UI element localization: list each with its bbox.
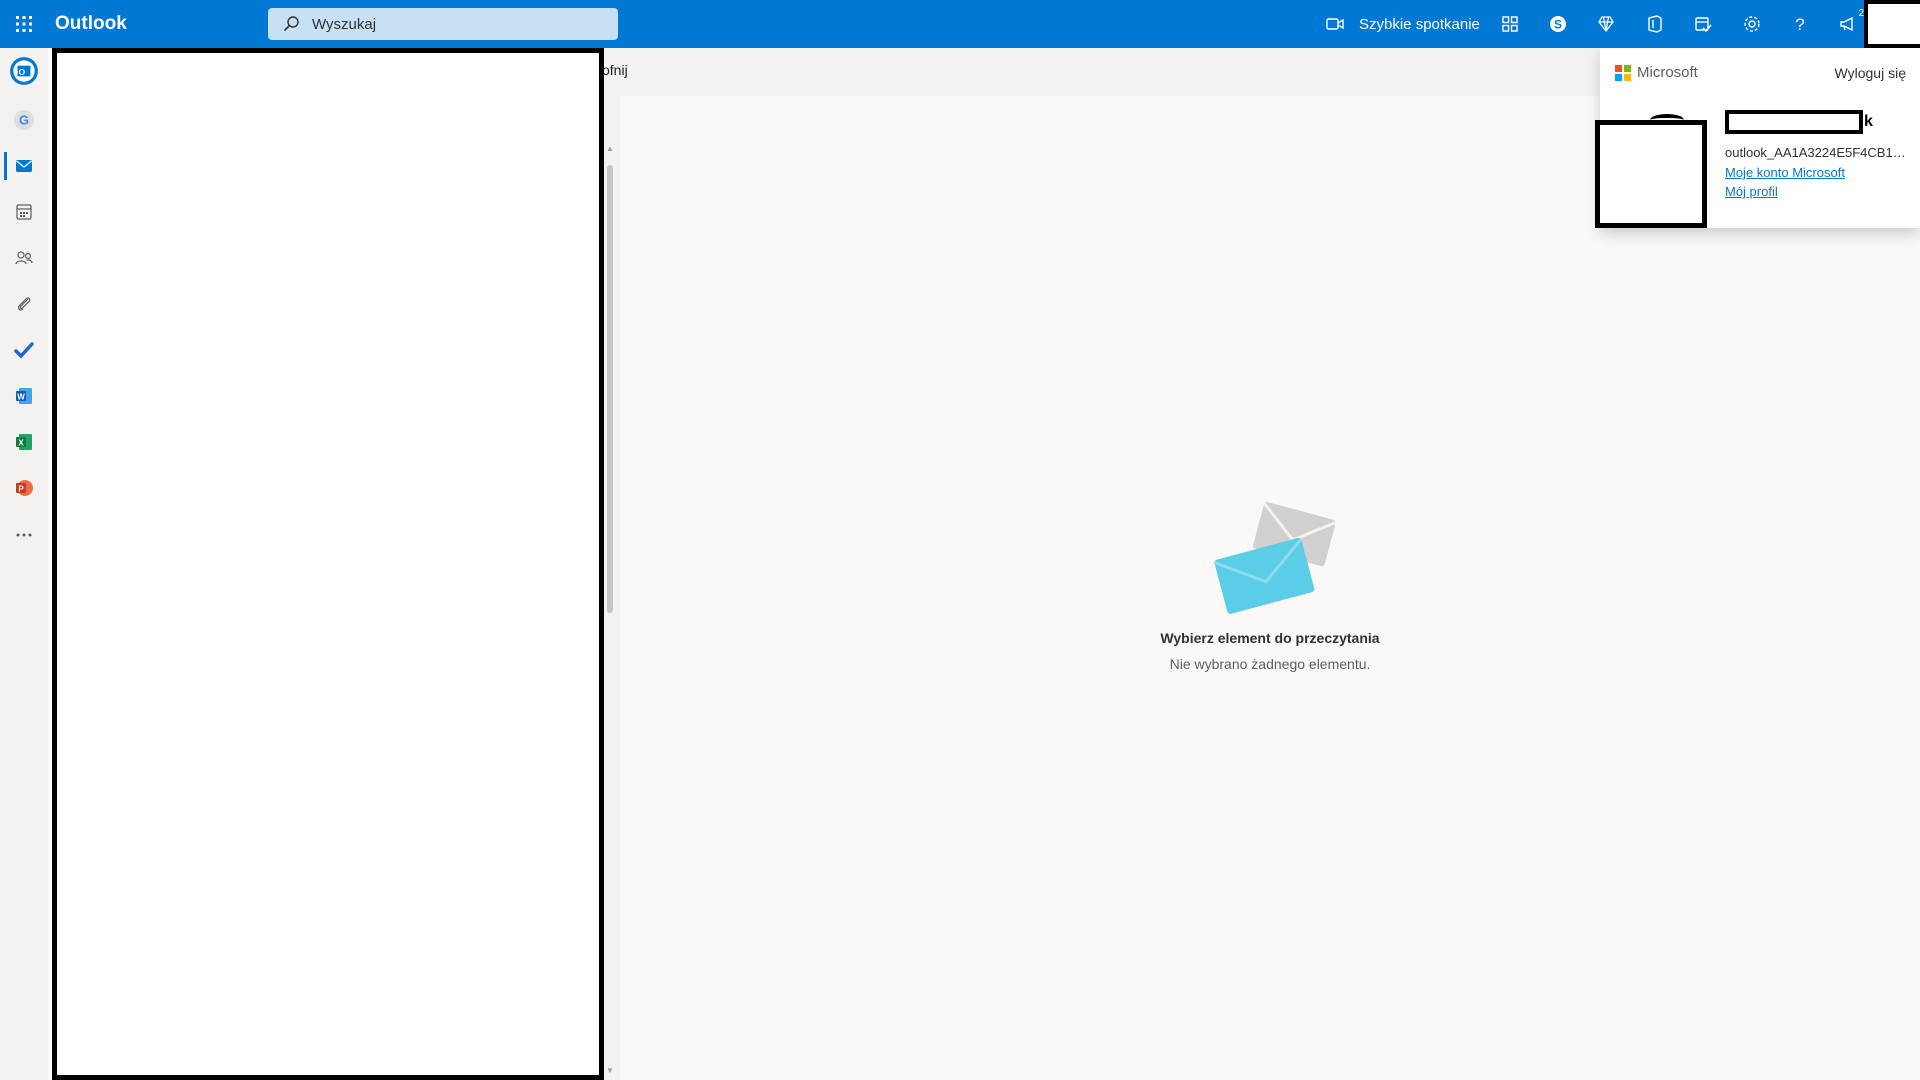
reading-pane-empty-state: Wybierz element do przeczytania Nie wybr…: [1150, 495, 1390, 672]
svg-text:W: W: [17, 393, 25, 402]
people-icon[interactable]: [4, 238, 44, 278]
todo-check-icon[interactable]: [4, 330, 44, 370]
search-input[interactable]: [312, 8, 602, 40]
more-apps-icon[interactable]: [4, 515, 44, 555]
top-bar: Outlook Szybkie spotkanie S: [0, 0, 1920, 48]
calendar-icon[interactable]: [4, 192, 44, 232]
whats-new-megaphone-icon[interactable]: 2: [1836, 8, 1864, 36]
microsoft-logo: Microsoft: [1615, 64, 1698, 81]
search-box[interactable]: [268, 8, 618, 40]
search-icon: [283, 16, 299, 32]
help-icon[interactable]: ?: [1788, 12, 1812, 36]
microsoft-brand-label: Microsoft: [1637, 64, 1698, 81]
undo-button[interactable]: ofnij: [602, 62, 628, 78]
mail-icon[interactable]: [4, 146, 44, 186]
app-rail: O G W X P: [0, 48, 48, 1080]
gear-icon[interactable]: [1740, 12, 1764, 36]
redacted-folder-pane: [52, 48, 604, 1080]
account-avatar-button[interactable]: [1864, 0, 1920, 48]
quick-meeting-label: Szybkie spotkanie: [1359, 15, 1480, 33]
todo-calendar-icon[interactable]: [1691, 12, 1715, 36]
skype-icon[interactable]: S: [1546, 12, 1570, 36]
video-icon: [1326, 18, 1344, 30]
google-account-icon[interactable]: G: [4, 100, 44, 140]
account-manager-popup: Microsoft Wyloguj się k outlook_AA1A3224…: [1595, 48, 1920, 228]
account-name: k: [1725, 110, 1873, 134]
apps-grid-icon[interactable]: [1498, 12, 1522, 36]
svg-text:S: S: [1554, 18, 1562, 32]
scroll-up-arrow-icon[interactable]: ▲: [606, 144, 614, 153]
excel-icon[interactable]: X: [4, 422, 44, 462]
office-icon[interactable]: [1643, 12, 1667, 36]
account-email: outlook_AA1A3224E5F4CB17...: [1725, 145, 1910, 160]
message-list-scrollbar[interactable]: [607, 165, 613, 613]
empty-state-title: Wybierz element do przeczytania: [1160, 630, 1380, 646]
premium-diamond-icon[interactable]: [1594, 12, 1618, 36]
svg-text:G: G: [19, 113, 29, 128]
scroll-down-arrow-icon[interactable]: ▼: [606, 1066, 614, 1075]
empty-state-subtitle: Nie wybrano żadnego elementu.: [1169, 656, 1371, 672]
account-avatar-redacted[interactable]: [1595, 120, 1707, 228]
attachment-icon[interactable]: [4, 284, 44, 324]
account-name-redacted: [1725, 110, 1863, 134]
app-launcher-waffle-icon[interactable]: [12, 12, 36, 36]
my-microsoft-account-link[interactable]: Moje konto Microsoft: [1725, 165, 1845, 180]
svg-text:P: P: [18, 485, 24, 494]
microsoft-logo-icon: [1615, 64, 1631, 81]
account-name-tail: k: [1864, 113, 1873, 130]
envelopes-illustration-icon: [1213, 502, 1335, 614]
svg-text:?: ?: [1795, 15, 1804, 34]
word-icon[interactable]: W: [4, 376, 44, 416]
svg-text:O: O: [19, 67, 26, 77]
powerpoint-icon[interactable]: P: [4, 468, 44, 508]
svg-text:X: X: [18, 439, 24, 448]
quick-meeting-button[interactable]: Szybkie spotkanie: [1325, 0, 1480, 48]
my-profile-link[interactable]: Mój profil: [1725, 184, 1778, 199]
app-title[interactable]: Outlook: [55, 13, 127, 35]
outlook-account-icon[interactable]: O: [4, 51, 44, 91]
sign-out-link[interactable]: Wyloguj się: [1835, 65, 1906, 81]
